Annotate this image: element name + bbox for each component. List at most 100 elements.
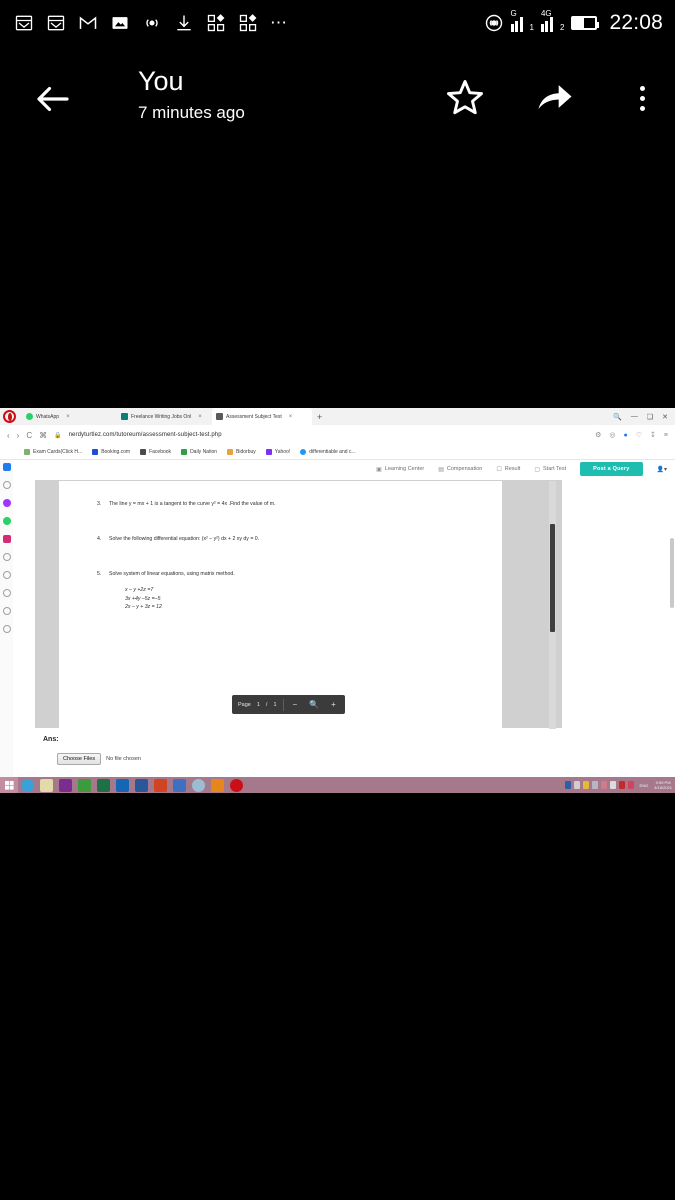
opera-vpn-icon[interactable]: ● (624, 432, 628, 439)
grid-app-icon[interactable] (173, 778, 186, 792)
kaspersky-icon[interactable] (618, 781, 625, 789)
maximize-icon[interactable]: ❑ (647, 413, 653, 421)
messenger-icon[interactable] (2, 499, 11, 507)
vlc-icon[interactable] (211, 778, 224, 792)
outlook-icon[interactable] (116, 778, 129, 792)
onenote-icon[interactable] (59, 778, 72, 792)
extension-icon[interactable]: ⚙ (595, 431, 601, 439)
chart-icon[interactable] (591, 781, 598, 789)
browser-tab[interactable]: WhatsApp × (22, 408, 117, 425)
bookmark-item[interactable]: Booking.com (92, 449, 130, 455)
opera-logo-icon (3, 410, 16, 423)
header-titles: You 7 minutes ago (138, 64, 245, 128)
back-nav-icon[interactable]: ‹ (7, 431, 10, 440)
sync-icon[interactable] (600, 781, 607, 789)
bookmark-pin-icon[interactable] (2, 625, 11, 633)
browser-address-bar[interactable]: ‹ › C ⌘ 🔒 nerdyturtlez.com/tutoreum/asse… (0, 425, 675, 445)
tab-label: Freelance Writing Jobs Onl (131, 413, 192, 420)
favorites-heart-icon[interactable] (2, 571, 11, 579)
browser-tab-active[interactable]: Assessment Subject Test × (212, 408, 312, 425)
nav-learning-center[interactable]: ▣ Learning Center (376, 466, 424, 473)
zoom-out-button[interactable]: − (290, 700, 301, 709)
magnifier-icon[interactable]: 🔍 (306, 700, 322, 709)
close-icon[interactable]: ✕ (662, 413, 668, 421)
instagram-icon[interactable] (2, 535, 11, 543)
choose-files-button[interactable]: Choose Files (57, 753, 102, 765)
pdf-viewer[interactable]: 3. The line y = mx + 1 is a tangent to t… (35, 480, 562, 729)
pinterest-icon[interactable] (2, 481, 11, 489)
current-page-input[interactable]: 1 (257, 702, 260, 708)
file-status-label: No file chosen (106, 756, 141, 762)
total-pages-label: 1 (273, 701, 277, 708)
heart-icon[interactable]: ♡ (636, 431, 642, 439)
page-scrollbar-thumb[interactable] (670, 538, 674, 608)
excel-icon[interactable] (97, 778, 110, 792)
opera-home-icon[interactable] (2, 463, 11, 471)
download-icon[interactable]: ↧ (650, 431, 656, 439)
speed-dial-icon[interactable]: ⌘ (39, 431, 47, 440)
internet-explorer-icon[interactable] (21, 778, 34, 792)
post-a-query-button[interactable]: Post a Query (580, 462, 643, 476)
tab-close-icon[interactable]: × (198, 414, 202, 420)
nav-compensation[interactable]: ▤ Compensation (438, 466, 482, 473)
reload-icon[interactable]: C (26, 431, 32, 440)
bookmarks-bar: Exam Cards(Click H... Booking.com Facebo… (0, 445, 675, 460)
tray-clock[interactable]: 9:59 PM 4/16/2021 (651, 780, 672, 790)
windows-start-icon[interactable] (0, 777, 18, 793)
sim-1-label: 1 (529, 23, 534, 32)
recycle-bin-icon[interactable] (78, 778, 91, 792)
nav-result[interactable]: ☐ Result (496, 466, 520, 473)
bluetooth-icon[interactable] (564, 781, 571, 789)
back-arrow-icon[interactable] (32, 78, 74, 120)
forward-nav-icon[interactable]: › (17, 431, 20, 440)
page-scrollbar-track[interactable] (669, 460, 675, 777)
attached-screenshot-image[interactable]: WhatsApp × Freelance Writing Jobs Onl × … (0, 408, 675, 793)
share-arrow-icon[interactable] (533, 76, 577, 120)
powerpoint-icon[interactable] (154, 778, 167, 792)
warning-icon[interactable] (582, 781, 589, 789)
browser-tab[interactable]: Freelance Writing Jobs Onl × (117, 408, 212, 425)
history-icon[interactable] (2, 589, 11, 597)
signal-strength-2-icon: 4G 2 (540, 9, 565, 32)
tab-close-icon[interactable]: × (289, 414, 293, 420)
nav-start-test[interactable]: ▢ Start Test (534, 466, 566, 473)
network-icon[interactable] (573, 781, 580, 789)
bookmark-item[interactable]: Facebook (140, 449, 171, 455)
hotspot-icon (485, 14, 502, 32)
windows-taskbar: ENG 9:59 PM 4/16/2021 (0, 777, 675, 793)
browser-tab-strip: WhatsApp × Freelance Writing Jobs Onl × … (0, 408, 675, 425)
word-icon[interactable] (135, 778, 148, 792)
tab-close-icon[interactable]: × (66, 414, 70, 420)
zoom-in-button[interactable]: + (328, 700, 339, 709)
toolbar-divider (282, 698, 284, 711)
more-vertical-icon[interactable] (620, 76, 664, 120)
lock-icon: 🔒 (54, 432, 62, 439)
camera-icon[interactable]: ◎ (609, 431, 615, 439)
opera-icon[interactable] (230, 778, 243, 792)
search-icon[interactable]: 🔍 (613, 413, 622, 421)
bookmark-item[interactable]: Exam Cards(Click H... (24, 449, 82, 455)
sim-2-label: 2 (559, 23, 565, 32)
volume-icon[interactable] (609, 781, 616, 789)
question-text: Solve the following differential equatio… (109, 536, 260, 542)
record-icon[interactable] (627, 781, 634, 789)
bookmark-item[interactable]: Yahoo! (265, 449, 291, 455)
menu-icon[interactable]: ≡ (664, 432, 668, 439)
sticky-notes-icon[interactable] (40, 778, 53, 792)
bookmark-item[interactable]: Daily Nation (181, 449, 217, 455)
whatsapp-icon[interactable] (2, 517, 11, 525)
pdf-scrollbar-thumb[interactable] (550, 524, 555, 632)
account-menu[interactable]: 👤▾ (657, 466, 668, 473)
url-text[interactable]: nerdyturtlez.com/tutoreum/assessment-sub… (69, 432, 222, 438)
star-outline-icon[interactable] (443, 76, 487, 120)
network-type-2-label: 4G (540, 9, 552, 18)
new-tab-button[interactable]: + (317, 412, 322, 422)
r-studio-icon[interactable] (192, 778, 205, 792)
telegram-icon[interactable] (2, 553, 11, 561)
file-upload-row[interactable]: Choose Files No file chosen (57, 753, 141, 765)
bookmark-label: Yahoo! (274, 449, 291, 455)
bookmark-item[interactable]: differentiable and c... (300, 449, 356, 455)
web-panels-icon[interactable] (2, 607, 11, 615)
bookmark-item[interactable]: Bidorbuy (227, 449, 256, 455)
minimize-icon[interactable]: — (631, 413, 638, 420)
